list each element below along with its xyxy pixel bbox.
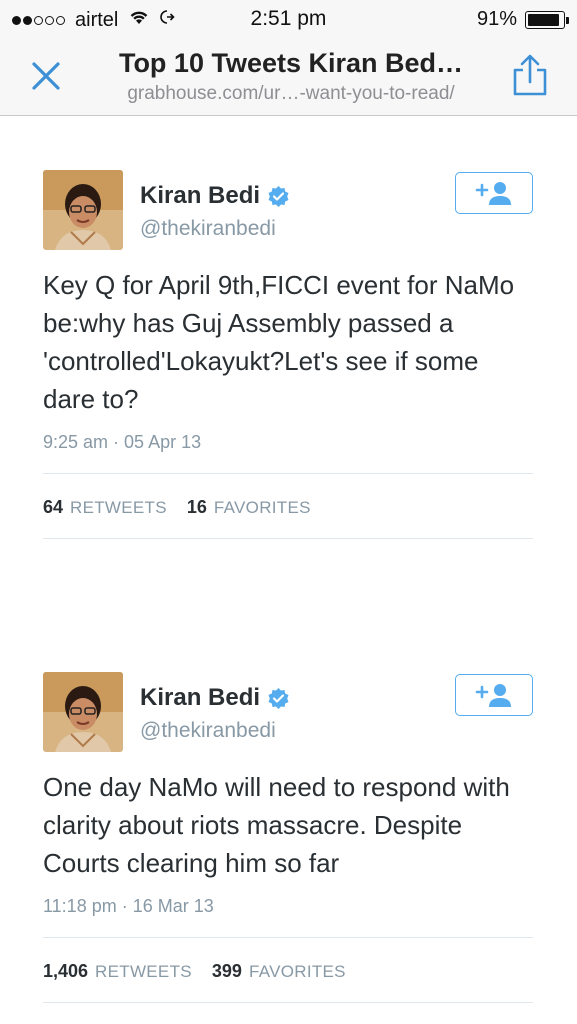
retweets-label[interactable]: RETWEETS [95,962,192,982]
add-user-icon [475,182,511,205]
share-icon [513,54,547,96]
battery-icon [525,10,569,29]
divider [43,937,533,938]
avatar[interactable] [43,672,123,752]
retweets-label[interactable]: RETWEETS [70,498,167,518]
favorite-count[interactable]: 399 [212,961,242,982]
close-icon [32,62,60,90]
status-bar: airtel 2:51 pm 91% [0,0,577,38]
close-button[interactable] [28,58,64,94]
favorite-count[interactable]: 16 [187,497,207,518]
author-name[interactable]: Kiran Bedi [140,684,290,712]
verified-badge-icon [267,185,290,208]
author-name-text: Kiran Bedi [140,684,261,711]
retweet-count[interactable]: 64 [43,497,63,518]
tweet-timestamp[interactable]: 11:18 pm · 16 Mar 13 [43,896,214,917]
divider [43,538,533,539]
tweet-stats: 64 RETWEETS 16 FAVORITES [43,497,331,518]
divider [43,473,533,474]
favorites-label[interactable]: FAVORITES [249,962,346,982]
avatar[interactable] [43,170,123,250]
author-name[interactable]: Kiran Bedi [140,182,290,210]
add-user-icon [475,684,511,707]
battery-percent: 91% [476,8,517,30]
retweet-count[interactable]: 1,406 [43,961,88,982]
browser-nav-bar: Top 10 Tweets Kiran Bed… grabhouse.com/u… [0,38,577,116]
tweet-text: Key Q for April 9th,FICCI event for NaMo… [43,270,515,414]
tweet-stats: 1,406 RETWEETS 399 FAVORITES [43,961,366,982]
tweet-text: One day NaMo will need to respond with c… [43,772,510,878]
follow-button[interactable] [455,172,533,214]
status-right: 91% [476,8,569,31]
favorites-label[interactable]: FAVORITES [214,498,311,518]
verified-badge-icon [267,687,290,710]
page-title: Top 10 Tweets Kiran Bed… [118,48,464,78]
follow-button[interactable] [455,674,533,716]
author-handle[interactable]: @thekiranbedi [140,719,276,743]
author-name-text: Kiran Bedi [140,182,261,209]
author-handle[interactable]: @thekiranbedi [140,217,276,241]
page-url[interactable]: grabhouse.com/ur…-want-you-to-read/ [86,83,496,105]
divider [43,1002,533,1003]
tweet-timestamp[interactable]: 9:25 am · 05 Apr 13 [43,432,201,453]
share-button[interactable] [511,54,549,98]
